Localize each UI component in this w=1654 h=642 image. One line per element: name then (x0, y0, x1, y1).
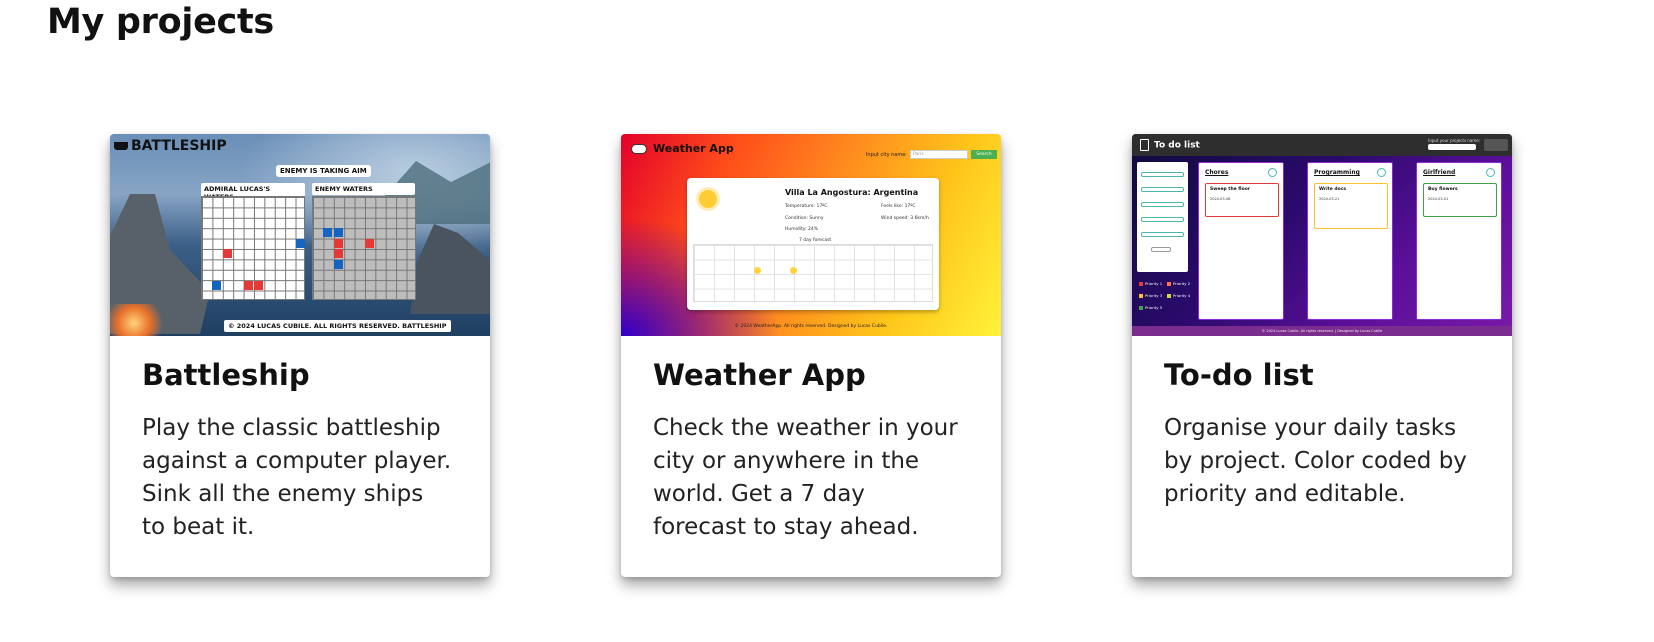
todo-brand: To do list (1140, 139, 1200, 151)
weather-brand: Weather App (631, 142, 734, 155)
forecast-table (693, 244, 933, 302)
task-form (1137, 162, 1188, 272)
legend-item: Priority 1 (1139, 281, 1162, 286)
explosion-shape (110, 304, 170, 336)
weather-footer: © 2024 WeatherApp. All rights reserved. … (734, 324, 888, 329)
todo-list-preview-image[interactable]: To do list Input your projects name: Pri… (1132, 134, 1512, 336)
add-task-icon (1377, 168, 1386, 177)
project-card-weather-app[interactable]: Weather App Input city name: Paris Search … (621, 134, 1001, 577)
hit-cell (334, 239, 343, 248)
enemy-grid (312, 196, 416, 300)
clipboard-icon (1140, 139, 1149, 151)
weather-panel: Villa La Angostura: Argentina Temperatur… (687, 178, 939, 310)
project-title[interactable]: Weather App (653, 358, 969, 392)
project-column: Programming Write docs 2024-03-21 (1307, 162, 1393, 320)
card-body: To-do list Organise your daily tasks by … (1132, 336, 1512, 511)
card-body: Weather App Check the weather in your ci… (621, 336, 1001, 544)
battleship-preview-image[interactable]: BATTLESHIP ENEMY IS TAKING AIM ADMIRAL L… (110, 134, 490, 336)
sun-icon (699, 190, 717, 208)
player-grid (201, 196, 305, 300)
miss-cell (323, 228, 332, 237)
hit-cell (365, 239, 374, 248)
cloud-icon (631, 144, 647, 154)
hit-cell (334, 249, 343, 258)
hit-cell (254, 281, 263, 290)
project-column: Chores Sweep the floor 2024-03-08 (1198, 162, 1284, 320)
project-description: Check the weather in your city or anywhe… (653, 415, 958, 540)
add-task-icon (1268, 168, 1277, 177)
project-column: Girlfriend Buy flowers 2024-03-01 (1416, 162, 1502, 320)
project-description: Organise your daily tasks by project. Co… (1164, 415, 1467, 507)
todo-footer: © 2024 Lucas Cubile. All rights reserved… (1132, 326, 1512, 336)
project-card-battleship[interactable]: BATTLESHIP ENEMY IS TAKING AIM ADMIRAL L… (110, 134, 490, 577)
search-button: Search (971, 150, 997, 159)
miss-cell (296, 239, 305, 248)
humidity-text: Humidity: 24% (785, 227, 819, 232)
battleship-logo: BATTLESHIP (114, 138, 227, 154)
city-name: Villa La Angostura: Argentina (785, 188, 919, 197)
project-title[interactable]: To-do list (1164, 358, 1480, 392)
temperature-text: Temperature: 17ºC (785, 204, 828, 209)
project-name-input: Input your projects name: (1428, 138, 1480, 150)
condition-text: Condition: Sunny (785, 216, 824, 221)
weather-app-preview-image[interactable]: Weather App Input city name: Paris Search … (621, 134, 1001, 336)
legend-item: Priority 3 (1139, 293, 1162, 298)
forecast-caption: 7 day forecast (799, 238, 832, 243)
card-body: Battleship Play the classic battleship a… (110, 336, 490, 544)
project-card-todo-list[interactable]: To do list Input your projects name: Pri… (1132, 134, 1512, 577)
todo-topbar: To do list Input your projects name: (1132, 134, 1512, 156)
page-title: My projects (47, 2, 274, 42)
legend-item: Priority 4 (1167, 293, 1190, 298)
hit-cell (244, 281, 253, 290)
city-search: Input city name: Paris Search (866, 150, 997, 159)
warship-right-shape (410, 224, 490, 314)
feels-like-text: Feels like: 17ºC (881, 204, 916, 209)
project-description: Play the classic battleship against a co… (142, 415, 452, 540)
miss-cell (334, 260, 343, 269)
miss-cell (212, 281, 221, 290)
enemy-grid-label: ENEMY WATERS (312, 183, 415, 195)
sun-icon (790, 267, 797, 274)
city-input: Paris (910, 150, 968, 159)
status-banner: ENEMY IS TAKING AIM (276, 165, 371, 177)
ship-icon (114, 142, 128, 150)
project-title[interactable]: Battleship (142, 358, 458, 392)
miss-cell (334, 228, 343, 237)
add-project-button (1484, 139, 1508, 151)
legend-item: Priority 5 (1139, 305, 1162, 310)
hit-cell (223, 249, 232, 258)
add-task-icon (1486, 168, 1495, 177)
sun-icon (754, 267, 761, 274)
legend-item: Priority 2 (1167, 281, 1190, 286)
wind-text: Wind speed: 3.6km/h (881, 216, 929, 221)
battleship-footer: © 2024 LUCAS CUBILE. ALL RIGHTS RESERVED… (224, 320, 451, 332)
